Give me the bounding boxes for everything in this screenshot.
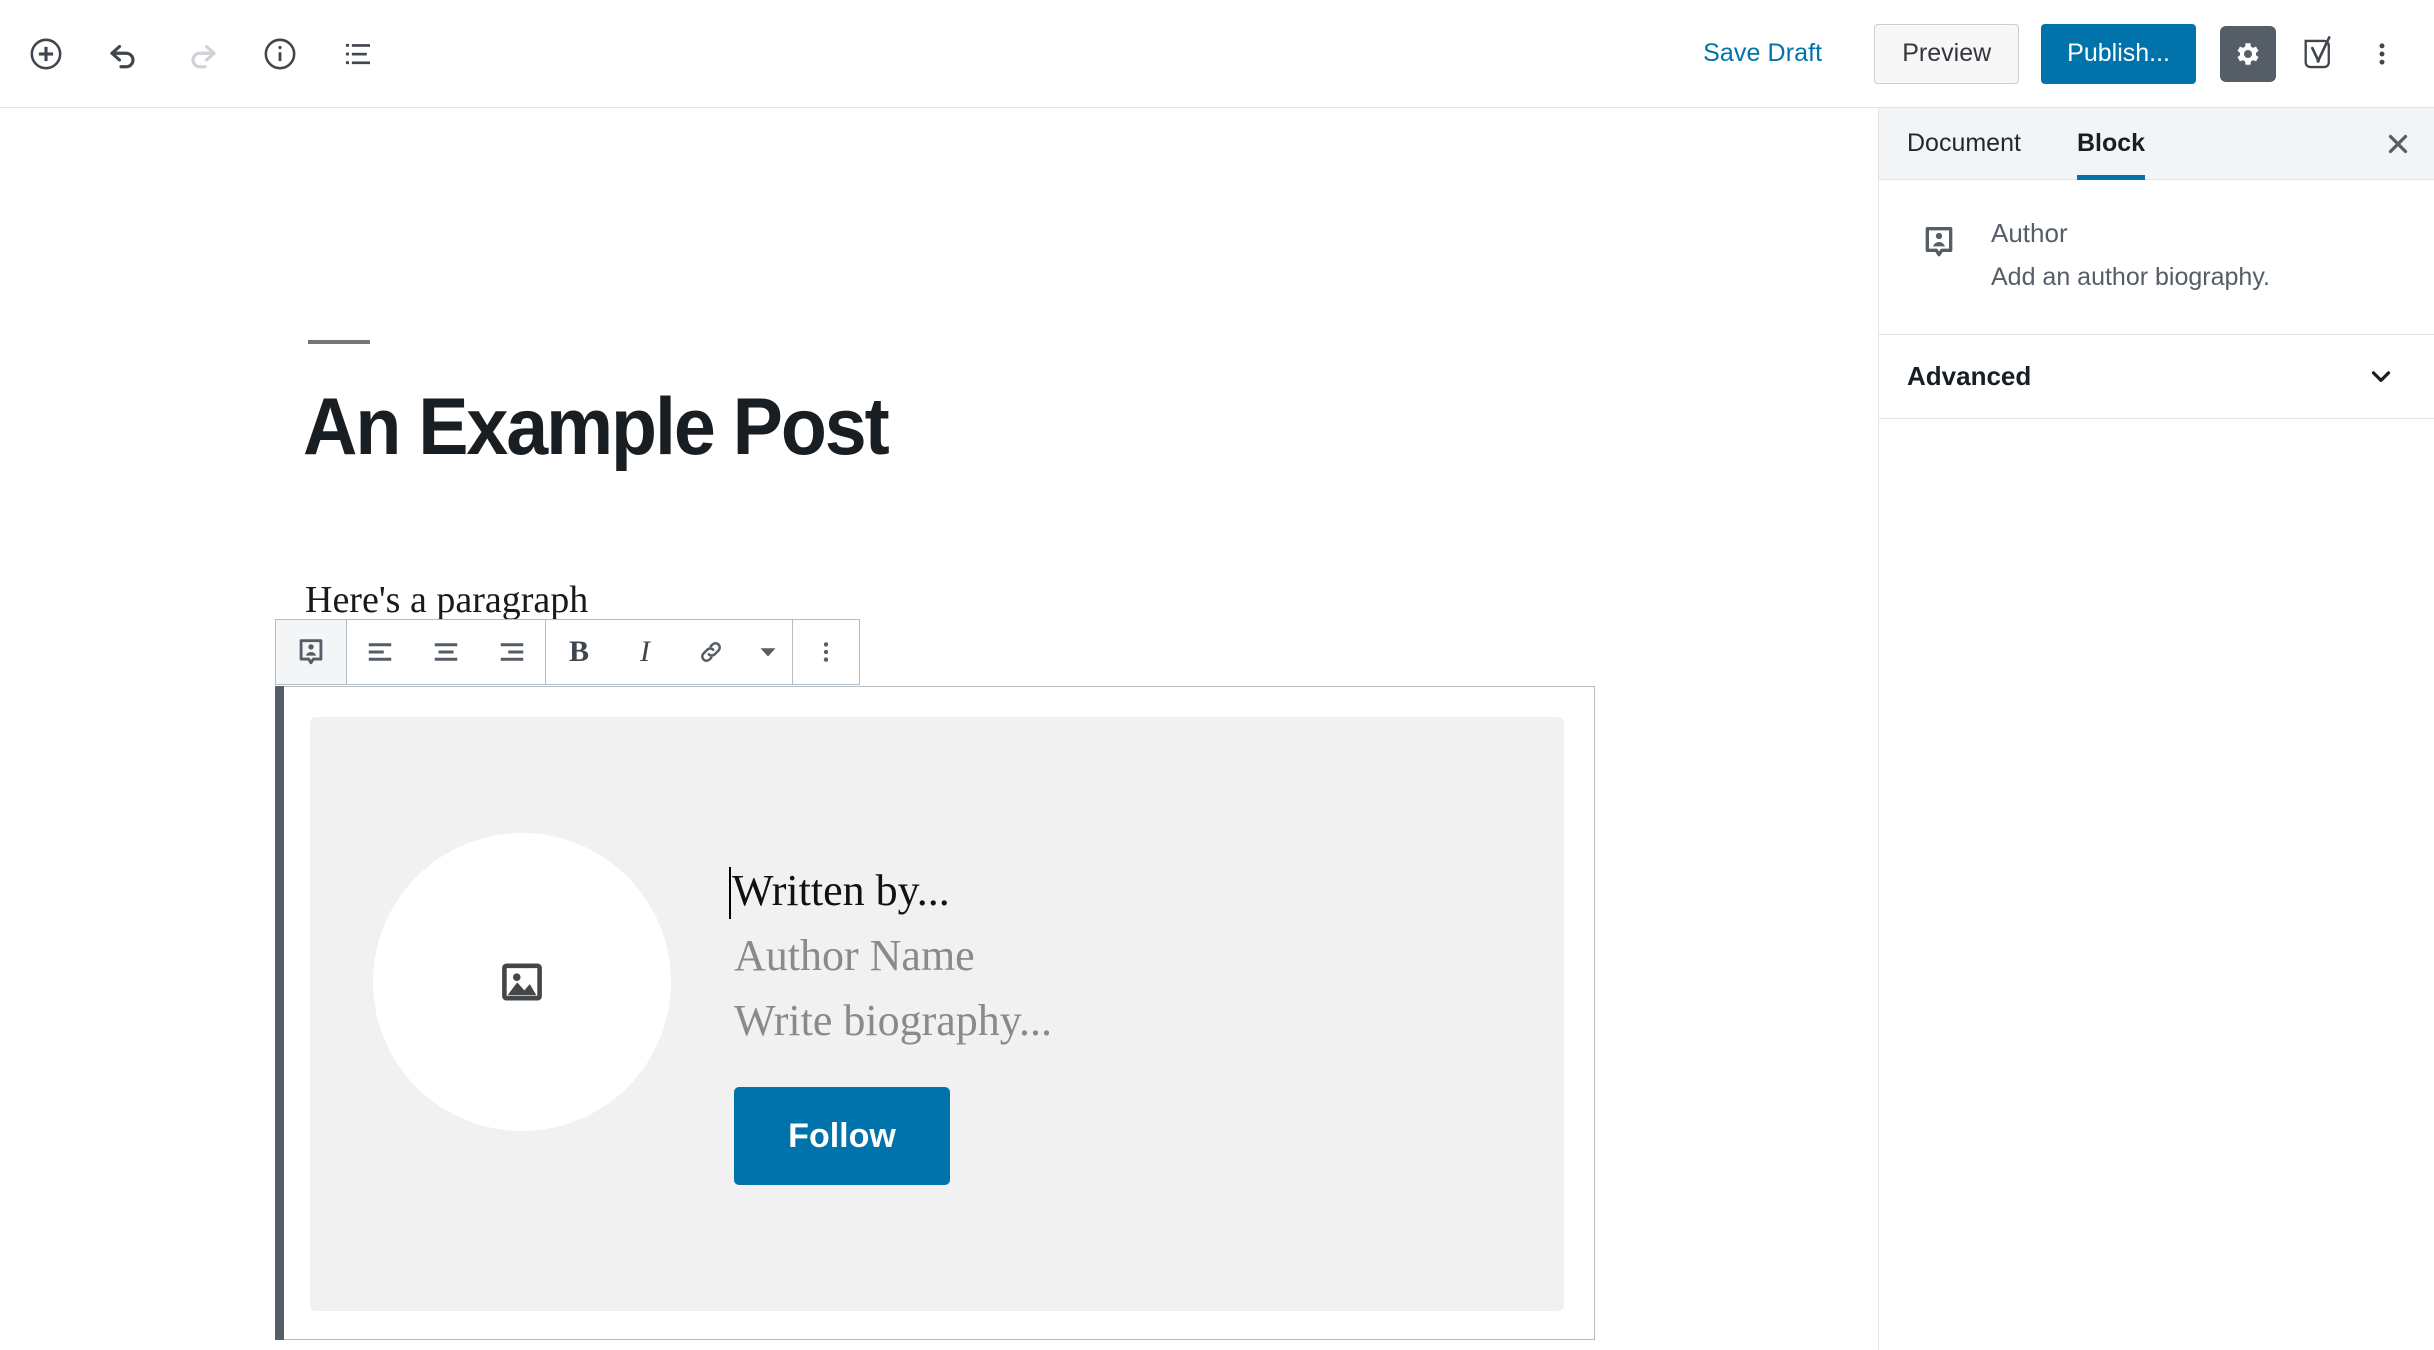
- redo-button[interactable]: [174, 26, 230, 82]
- vertical-ellipsis-icon: [2368, 40, 2396, 68]
- block-info-card: Author Add an author biography.: [1879, 180, 2434, 335]
- chevron-down-icon: [759, 643, 777, 661]
- undo-button[interactable]: [96, 26, 152, 82]
- top-bar-right-actions: Save Draft Preview Publish...: [1689, 23, 2434, 84]
- close-sidebar-button[interactable]: [2362, 108, 2434, 179]
- panel-advanced[interactable]: Advanced: [1879, 334, 2434, 419]
- top-bar-left-tools: [0, 26, 386, 82]
- yoast-seo-button[interactable]: [2290, 26, 2346, 82]
- block-type-group: [276, 620, 347, 684]
- italic-button[interactable]: I: [612, 620, 678, 684]
- bold-button[interactable]: B: [546, 620, 612, 684]
- author-avatar[interactable]: [373, 833, 671, 1131]
- author-biography-field[interactable]: Write biography...: [734, 995, 1052, 1046]
- vertical-ellipsis-icon: [813, 639, 839, 665]
- follow-button[interactable]: Follow: [734, 1087, 950, 1185]
- author-block-icon: [294, 635, 328, 669]
- sidebar-tab-bar: Document Block: [1879, 108, 2434, 180]
- add-block-button[interactable]: [18, 26, 74, 82]
- block-type-button[interactable]: [276, 620, 346, 684]
- preview-button[interactable]: Preview: [1874, 23, 2020, 84]
- author-block-selected[interactable]: Written by... Author Name Write biograph…: [275, 686, 1595, 1340]
- written-by-field[interactable]: Written by...: [729, 865, 950, 919]
- block-info-text: Author Add an author biography.: [1991, 218, 2270, 294]
- settings-gear-button[interactable]: [2220, 25, 2276, 82]
- yoast-seo-icon: [2299, 34, 2337, 74]
- post-title[interactable]: An Example Post: [303, 384, 1419, 470]
- block-title: Author: [1991, 218, 2068, 248]
- settings-sidebar: Document Block Author Add an author biog…: [1878, 108, 2434, 1350]
- align-left-icon: [365, 637, 395, 667]
- align-right-icon: [497, 637, 527, 667]
- close-icon: [2383, 129, 2413, 159]
- block-more-options-button[interactable]: [793, 620, 859, 684]
- tab-document[interactable]: Document: [1879, 108, 2049, 179]
- save-draft-button[interactable]: Save Draft: [1689, 29, 1836, 78]
- align-left-button[interactable]: [347, 620, 413, 684]
- more-tools-button[interactable]: [2354, 26, 2410, 82]
- link-icon: [696, 637, 726, 667]
- author-block-icon: [1919, 218, 1959, 294]
- align-center-button[interactable]: [413, 620, 479, 684]
- formatting-group: B I: [546, 620, 793, 684]
- title-divider-rule: [308, 340, 370, 344]
- link-button[interactable]: [678, 620, 744, 684]
- editor-top-bar: Save Draft Preview Publish...: [0, 0, 2434, 108]
- content-info-button[interactable]: [252, 26, 308, 82]
- gutenberg-editor: Save Draft Preview Publish... An Example…: [0, 0, 2434, 1350]
- block-options-group: [793, 620, 859, 684]
- align-center-icon: [431, 637, 461, 667]
- chevron-down-icon: [2366, 361, 2396, 391]
- image-placeholder-icon: [498, 958, 546, 1006]
- gear-icon: [2233, 39, 2263, 69]
- alignment-group: [347, 620, 546, 684]
- align-right-button[interactable]: [479, 620, 545, 684]
- editor-canvas: An Example Post Here's a paragraph B I W…: [0, 108, 1878, 1350]
- author-block-panel: Written by... Author Name Write biograph…: [310, 717, 1564, 1311]
- author-name-field[interactable]: Author Name: [734, 930, 975, 981]
- publish-button[interactable]: Publish...: [2041, 23, 2196, 84]
- block-description: Add an author biography.: [1991, 263, 2270, 292]
- block-navigation-button[interactable]: [330, 26, 386, 82]
- block-toolbar: B I: [275, 619, 860, 685]
- panel-advanced-label: Advanced: [1907, 360, 2032, 391]
- more-rich-text-button[interactable]: [744, 620, 792, 684]
- paragraph-block[interactable]: Here's a paragraph: [305, 578, 588, 622]
- tab-block[interactable]: Block: [2049, 108, 2173, 180]
